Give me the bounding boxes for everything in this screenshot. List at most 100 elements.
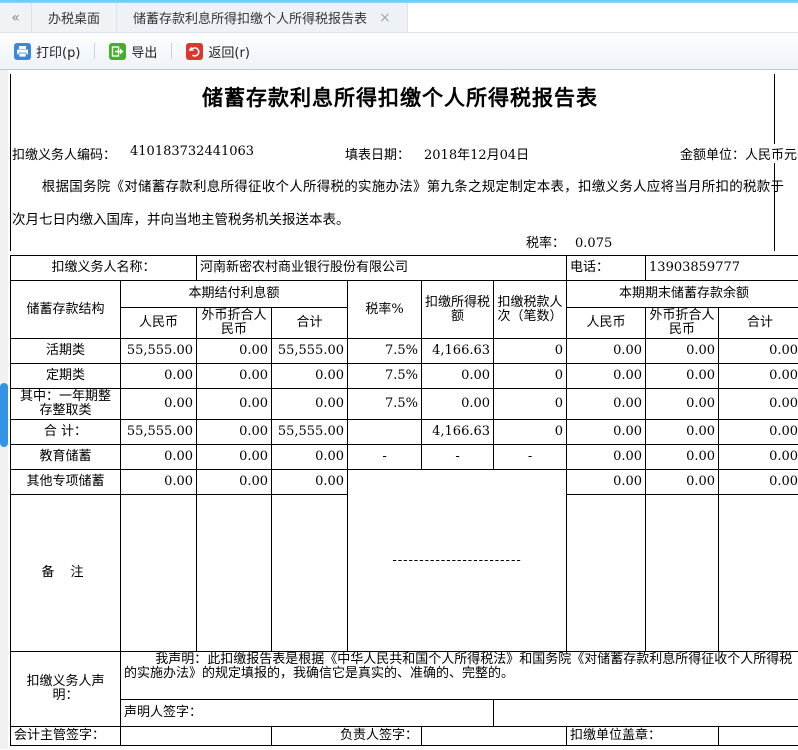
vertical-scrollbar[interactable] xyxy=(0,70,8,749)
table-header-row-1: 储蓄存款结构 本期结付利息额 税率% 扣缴所得税额 扣缴税款人次（笔数） 本期期… xyxy=(11,281,798,308)
header-count: 扣缴税款人次（笔数） xyxy=(494,281,567,339)
cell: 0.00 xyxy=(719,364,798,389)
table-row: 活期类 55,555.00 0.00 55,555.00 7.5% 4,166.… xyxy=(11,339,798,364)
cell: 0.00 xyxy=(272,389,348,420)
cell: 0.00 xyxy=(646,445,719,470)
cell: 0.00 xyxy=(719,389,798,420)
cell: 0.00 xyxy=(197,420,272,445)
cell: 0 xyxy=(494,420,567,445)
cell: 0.00 xyxy=(719,420,798,445)
table-row: 定期类 0.00 0.00 0.00 7.5% 0.00 0 0.00 0.00… xyxy=(11,364,798,389)
cell: 0.00 xyxy=(121,364,197,389)
cell: - xyxy=(348,445,422,470)
special-savings-row: 其他专项储蓄 0.00 0.00 0.00 ------------------… xyxy=(11,470,798,495)
amount-unit-label: 金额单位：人民币元 xyxy=(678,144,797,163)
declaration-text: 我声明：此扣缴报告表是根据《中华人民共和国个人所得税法》和国务院《对储蓄存款利息… xyxy=(124,653,798,681)
cell: 7.5% xyxy=(348,364,422,389)
merged-dash-cell: ------------------------ xyxy=(348,470,567,652)
cell: 7.5% xyxy=(348,339,422,364)
scrollbar-thumb[interactable] xyxy=(0,383,8,447)
back-button[interactable]: 返回(r) xyxy=(180,38,256,65)
cell: - xyxy=(494,445,567,470)
cell: 0.00 xyxy=(197,389,272,420)
tab-bar: « 办税桌面 储蓄存款利息所得扣缴个人所得税报告表 × xyxy=(0,3,798,33)
signatures-row: 会计主管签字： 负责人签字： 扣缴单位盖章： xyxy=(11,727,798,746)
cell: 0.00 xyxy=(197,470,272,495)
cell: 0.00 xyxy=(567,470,646,495)
cell: 0.00 xyxy=(646,339,719,364)
cell: 0.00 xyxy=(567,389,646,420)
cell: 0.00 xyxy=(197,445,272,470)
tax-report-form: 储蓄存款利息所得扣缴个人所得税报告表 扣缴义务人编码：4101837324410… xyxy=(10,74,798,749)
cell: 0.00 xyxy=(121,445,197,470)
payer-code-field: 扣缴义务人编码：410183732441063 xyxy=(12,144,130,163)
cell: 0.00 xyxy=(719,339,798,364)
declaration-label: 扣缴义务人声明： xyxy=(11,652,121,727)
cell: 0 xyxy=(494,364,567,389)
cell: 0.00 xyxy=(121,470,197,495)
header-total: 合计 xyxy=(272,308,348,339)
cell: 0.00 xyxy=(272,445,348,470)
print-button[interactable]: 打印(p) xyxy=(8,38,86,65)
declarant-sign-label: 声明人签字： xyxy=(121,700,494,727)
cell: 55,555.00 xyxy=(121,420,197,445)
total-row: 合 计： 55,555.00 0.00 55,555.00 4,166.63 0… xyxy=(11,420,798,445)
tax-rate-value: 0.075 xyxy=(575,236,612,251)
cell: 55,555.00 xyxy=(272,420,348,445)
payer-code-value: 410183732441063 xyxy=(130,144,254,159)
table-row: 其中：一年期整存整取类 0.00 0.00 0.00 7.5% 0.00 0 0… xyxy=(11,389,798,420)
tab-tax-desktop[interactable]: 办税桌面 xyxy=(32,3,117,32)
cell: 0.00 xyxy=(272,364,348,389)
education-row: 教育储蓄 0.00 0.00 0.00 - - - 0.00 0.00 0.00 xyxy=(11,445,798,470)
cell: 0.00 xyxy=(646,389,719,420)
close-icon[interactable]: × xyxy=(379,10,391,26)
cell: 0.00 xyxy=(646,420,719,445)
header-foreign2: 外币折合人民币 xyxy=(646,308,719,339)
print-label: 打印(p) xyxy=(36,42,80,61)
row-label: 教育储蓄 xyxy=(11,445,121,470)
header-tax: 扣缴所得税额 xyxy=(422,281,494,339)
export-icon xyxy=(109,43,126,60)
cell: 0.00 xyxy=(567,339,646,364)
unit-seal-label: 扣缴单位盖章： xyxy=(567,727,719,746)
export-button[interactable]: 导出 xyxy=(103,38,163,65)
header-rmb: 人民币 xyxy=(121,308,197,339)
header-structure: 储蓄存款结构 xyxy=(11,281,121,339)
remark-label: 备 注 xyxy=(11,495,121,652)
remark-cell xyxy=(121,495,197,652)
cell: 55,555.00 xyxy=(272,339,348,364)
remark-cell xyxy=(719,495,798,652)
tab-report-form[interactable]: 储蓄存款利息所得扣缴个人所得税报告表 × xyxy=(117,3,408,32)
toolbar-separator xyxy=(171,43,172,59)
app-window: « 办税桌面 储蓄存款利息所得扣缴个人所得税报告表 × 打印(p) 导出 xyxy=(0,0,798,750)
header-rmb2: 人民币 xyxy=(567,308,646,339)
payer-name-row: 扣缴义务人名称： 河南新密农村商业银行股份有限公司 电话： 1390385977… xyxy=(11,256,798,281)
cell: 0.00 xyxy=(422,364,494,389)
report-preview-panel: 储蓄存款利息所得扣缴个人所得税报告表 扣缴义务人编码：4101837324410… xyxy=(0,70,798,749)
cell: 0.00 xyxy=(567,364,646,389)
cell: 7.5% xyxy=(348,389,422,420)
cell: 4,166.63 xyxy=(422,339,494,364)
phone-label: 电话： xyxy=(567,256,646,281)
cell: 0.00 xyxy=(567,420,646,445)
collapse-icon: « xyxy=(11,10,20,26)
manager-sign-field xyxy=(422,727,567,746)
header-foreign: 外币折合人民币 xyxy=(197,308,272,339)
header-balance-group: 本期期末储蓄存款余额 xyxy=(567,281,798,308)
cell: 4,166.63 xyxy=(422,420,494,445)
cell xyxy=(348,420,422,445)
back-icon xyxy=(186,43,203,60)
cell: 0.00 xyxy=(121,389,197,420)
row-label: 合 计： xyxy=(11,420,121,445)
row-label: 其中：一年期整存整取类 xyxy=(11,389,121,420)
fill-date-label: 填表日期： xyxy=(345,148,410,163)
header-total2: 合计 xyxy=(719,308,798,339)
export-label: 导出 xyxy=(131,42,157,61)
collapse-tabs-button[interactable]: « xyxy=(0,3,32,32)
toolbar-separator xyxy=(94,43,95,59)
cell: 0.00 xyxy=(567,445,646,470)
row-label: 活期类 xyxy=(11,339,121,364)
payer-code-label: 扣缴义务人编码： xyxy=(12,148,116,163)
print-icon xyxy=(14,43,31,60)
tax-rate-field: 税率：0.075 xyxy=(526,232,612,251)
